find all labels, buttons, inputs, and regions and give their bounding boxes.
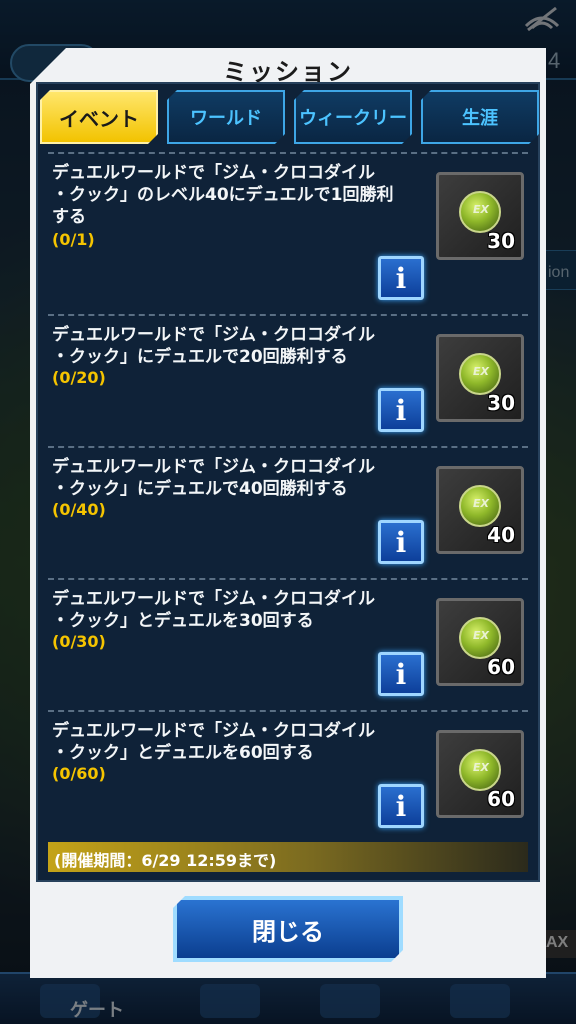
mission-description: デュエルワールドで「ジム・クロコダイル ・クック」のレベル40にデュエルで1回勝…: [52, 162, 432, 228]
close-button[interactable]: 閉じる: [173, 896, 403, 962]
event-period-bar: (開催期間：6/29 12:59まで): [48, 842, 528, 872]
mission-progress: (0/1): [52, 230, 95, 249]
mission-description-line: デュエルワールドで「ジム・クロコダイル: [52, 325, 375, 345]
mission-row: デュエルワールドで「ジム・クロコダイル ・クック」にデュエルで40回勝利する (…: [48, 446, 528, 578]
reward-label: EX: [473, 761, 489, 774]
mission-tabs: イベント ワールド ウィークリー 生涯: [40, 90, 540, 146]
mission-description: デュエルワールドで「ジム・クロコダイル ・クック」とデュエルを30回する: [52, 588, 432, 632]
tab-weekly[interactable]: ウィークリー: [294, 90, 412, 144]
reward-label: EX: [473, 497, 489, 510]
reward-quantity: 60: [487, 787, 515, 811]
reward-quantity: 30: [487, 229, 515, 253]
mission-info-button[interactable]: i: [378, 388, 424, 432]
mission-description: デュエルワールドで「ジム・クロコダイル ・クック」にデュエルで20回勝利する: [52, 324, 432, 368]
mission-info-button[interactable]: i: [378, 784, 424, 828]
mission-description-line: デュエルワールドで「ジム・クロコダイル: [52, 721, 375, 741]
reward-quantity: 60: [487, 655, 515, 679]
tab-world[interactable]: ワールド: [167, 90, 285, 144]
mission-info-button[interactable]: i: [378, 520, 424, 564]
mission-list: デュエルワールドで「ジム・クロコダイル ・クック」のレベル40にデュエルで1回勝…: [48, 152, 528, 842]
mission-info-button[interactable]: i: [378, 652, 424, 696]
reward-quantity: 40: [487, 523, 515, 547]
tab-lifetime[interactable]: 生涯: [421, 90, 539, 144]
mission-description-line: ・クック」とデュエルを60回する: [52, 743, 314, 763]
mission-description-line: デュエルワールドで「ジム・クロコダイル: [52, 589, 375, 609]
mission-description-line: ・クック」とデュエルを30回する: [52, 611, 314, 631]
mission-row: デュエルワールドで「ジム・クロコダイル ・クック」のレベル40にデュエルで1回勝…: [48, 152, 528, 300]
mission-progress: (0/30): [52, 632, 106, 651]
mission-row: デュエルワールドで「ジム・クロコダイル ・クック」とデュエルを30回する (0/…: [48, 578, 528, 710]
mission-description: デュエルワールドで「ジム・クロコダイル ・クック」とデュエルを60回する: [52, 720, 432, 764]
mission-progress: (0/20): [52, 368, 106, 387]
reward-label: EX: [473, 365, 489, 378]
mission-row: デュエルワールドで「ジム・クロコダイル ・クック」とデュエルを60回する (0/…: [48, 710, 528, 842]
mission-row: デュエルワールドで「ジム・クロコダイル ・クック」にデュエルで20回勝利する (…: [48, 314, 528, 446]
mission-progress: (0/60): [52, 764, 106, 783]
dialog-title: ミッション: [223, 58, 353, 86]
mission-info-button[interactable]: i: [378, 256, 424, 300]
mission-description-line: する: [52, 207, 86, 227]
mission-progress: (0/40): [52, 500, 106, 519]
mission-description-line: デュエルワールドで「ジム・クロコダイル: [52, 163, 375, 183]
reward-label: EX: [473, 203, 489, 216]
mission-description-line: ・クック」のレベル40にデュエルで1回勝利: [52, 185, 394, 205]
reward-quantity: 30: [487, 391, 515, 415]
reward-box[interactable]: EX 60: [436, 730, 524, 818]
mission-description: デュエルワールドで「ジム・クロコダイル ・クック」にデュエルで40回勝利する: [52, 456, 432, 500]
reward-label: EX: [473, 629, 489, 642]
reward-box[interactable]: EX 30: [436, 172, 524, 260]
reward-box[interactable]: EX 30: [436, 334, 524, 422]
mission-description-line: ・クック」にデュエルで40回勝利する: [52, 479, 348, 499]
mission-description-line: ・クック」にデュエルで20回勝利する: [52, 347, 348, 367]
reward-box[interactable]: EX 60: [436, 598, 524, 686]
mission-description-line: デュエルワールドで「ジム・クロコダイル: [52, 457, 375, 477]
reward-box[interactable]: EX 40: [436, 466, 524, 554]
tab-event[interactable]: イベント: [40, 90, 158, 144]
